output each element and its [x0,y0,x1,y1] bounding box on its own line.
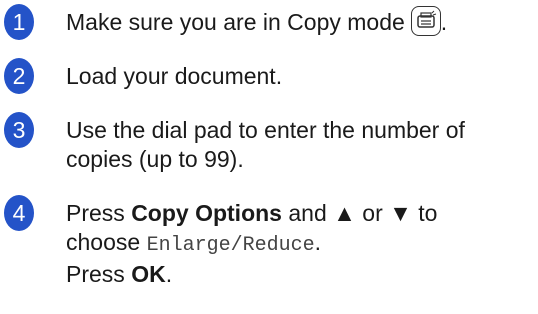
arrow-instruction: and ▲ or ▼ to [288,200,438,226]
enlarge-reduce-option: Enlarge/Reduce [146,234,315,257]
step-1-text: Make sure you are in Copy mode [66,9,405,35]
step-text: Make sure you are in Copy mode . [66,5,530,39]
step-number-badge: 4 [4,195,34,231]
step-3-line-1: Use the dial pad to enter the number of [66,117,465,143]
step-4-line-1: Press Copy Options and ▲ or ▼ to [66,199,530,228]
copy-options-key: Copy Options [131,200,282,226]
step-1-period: . [440,9,448,35]
step-number-badge: 3 [4,112,34,148]
step-text: Press Copy Options and ▲ or ▼ to choose … [66,199,530,289]
step-text: Load your document. [66,63,283,89]
step-4-line-3: Press OK. [66,260,530,289]
step-4-line-2: choose Enlarge/Reduce. [66,228,530,260]
choose-text: choose [66,229,141,255]
press-text-2: Press [66,261,125,287]
press-text: Press [66,200,125,226]
step-number-badge: 2 [4,58,34,94]
step-text: Use the dial pad to enter the number of … [66,116,530,174]
ok-key: OK [131,261,166,287]
period-2: . [165,261,173,287]
copy-mode-icon [410,5,441,36]
step-3-line-2: copies (up to 99). [66,146,244,172]
period: . [314,229,321,255]
step-number-badge: 1 [4,4,34,40]
